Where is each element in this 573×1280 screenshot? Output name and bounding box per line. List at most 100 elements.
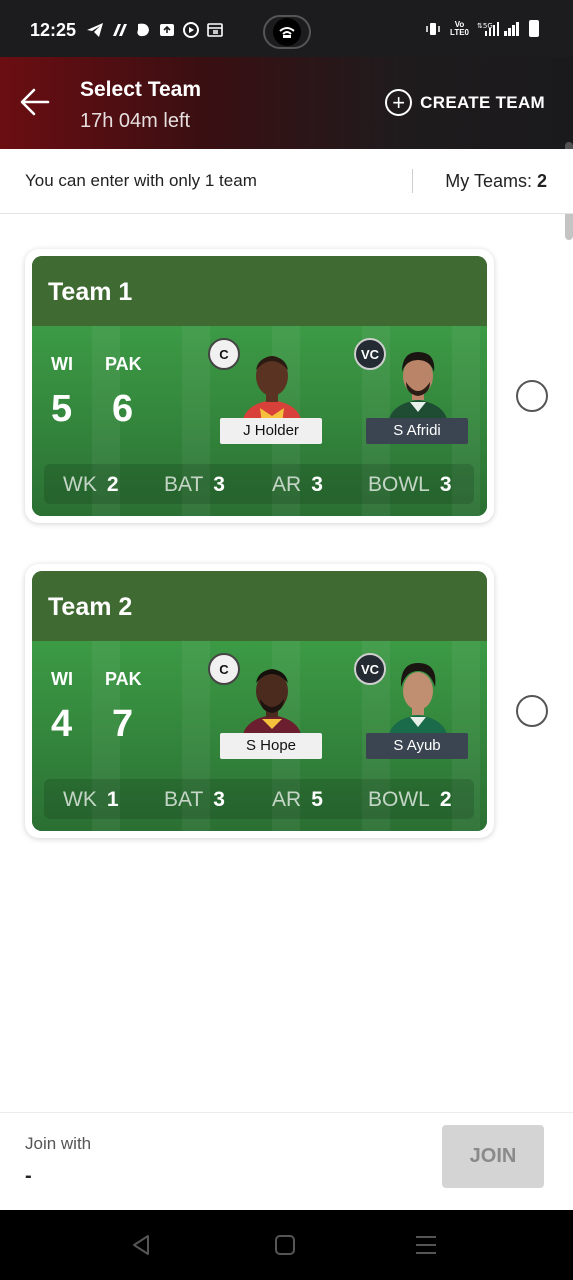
nav-back-button[interactable] — [128, 1232, 154, 1258]
stat-value: 3 — [213, 788, 225, 811]
status-bar: 12:25 Vo LTE0 ⇅5G — [0, 0, 573, 57]
time-left: 17h 04m left — [80, 110, 191, 132]
telegram-icon — [86, 22, 104, 38]
stat-bowl: BOWL 3 — [368, 473, 452, 497]
volte-bottom: LTE0 — [450, 27, 469, 37]
notification-icons — [86, 22, 224, 38]
stat-label: BOWL — [368, 788, 430, 811]
plus-circle-icon: + — [385, 89, 413, 116]
stat-wk: WK 1 — [63, 788, 119, 812]
stat-ar: AR 3 — [272, 473, 323, 497]
back-arrow-icon — [20, 88, 50, 116]
stat-label: WK — [63, 473, 97, 496]
captain-badge: C — [208, 653, 240, 685]
stat-value: 3 — [311, 473, 323, 496]
volte-icon: Vo LTE0 — [450, 20, 469, 37]
youtube-icon — [182, 22, 200, 38]
app-header: Select Team 17h 04m left + CREATE TEAM — [0, 57, 573, 240]
team-card-inner: Team 2 WI 4 PAK 7 S Hope C S Ayub VC WK … — [32, 571, 487, 831]
team-a-count: 5 — [51, 388, 73, 430]
create-team-label: CREATE TEAM — [420, 92, 545, 112]
stat-label: BAT — [164, 473, 204, 496]
player-photo — [242, 356, 302, 424]
role-stats: WK 2 BAT 3 AR 3 BOWL 3 — [44, 464, 474, 504]
team-card-header: Team 1 — [32, 256, 487, 326]
captain-badge: C — [208, 338, 240, 370]
hotspot-icon — [273, 18, 301, 46]
info-row: You can enter with only 1 team My Teams:… — [0, 149, 573, 214]
stat-bat: BAT 3 — [164, 788, 225, 812]
team-b-count: 6 — [112, 388, 134, 430]
stat-value: 2 — [439, 788, 452, 811]
stat-bat: BAT 3 — [164, 473, 225, 497]
stat-value: 5 — [311, 788, 323, 811]
player-name-tag: S Ayub — [366, 733, 468, 759]
vice-captain-badge: VC — [354, 338, 386, 370]
system-nav-bar — [0, 1210, 573, 1280]
app-icon — [110, 22, 128, 38]
role-stats: WK 1 BAT 3 AR 5 BOWL 2 — [44, 779, 474, 819]
page-title: Select Team — [80, 78, 202, 101]
team-a-label: WI — [51, 354, 73, 374]
stat-label: AR — [272, 788, 302, 811]
system-icons: Vo LTE0 ⇅5G — [424, 20, 539, 37]
team-b-count: 7 — [112, 703, 134, 745]
signal-icon — [503, 21, 521, 37]
join-with-label: Join with — [25, 1134, 92, 1153]
my-teams-number: 2 — [536, 171, 547, 191]
stat-value: 3 — [439, 473, 452, 496]
status-time: 12:25 — [30, 20, 77, 40]
vibrate-icon — [424, 21, 442, 37]
player-name-tag: J Holder — [220, 418, 322, 444]
create-team-button[interactable]: + CREATE TEAM — [385, 89, 545, 116]
divider — [412, 169, 413, 193]
stat-value: 1 — [106, 788, 119, 811]
stat-value: 3 — [213, 473, 225, 496]
stat-wk: WK 2 — [63, 473, 119, 497]
menu-recents-icon — [416, 1236, 436, 1254]
sync-icon — [158, 22, 176, 38]
stat-ar: AR 5 — [272, 788, 323, 812]
team-name: Team 1 — [48, 278, 133, 306]
team-card-content: WI 5 PAK 6 J Holder C S Afridi VC WK 2 B… — [32, 326, 487, 516]
back-button[interactable] — [18, 85, 52, 119]
team-card[interactable]: Team 2 WI 4 PAK 7 S Hope C S Ayub VC WK … — [25, 564, 494, 838]
player-photo — [388, 663, 448, 739]
stat-label: BOWL — [368, 473, 430, 496]
team-name: Team 2 — [48, 593, 133, 621]
my-teams-count: My Teams: 2 — [445, 171, 547, 192]
stat-label: AR — [272, 473, 302, 496]
app-icon — [134, 22, 152, 38]
calendar-icon — [206, 22, 224, 38]
stat-bowl: BOWL 2 — [368, 788, 452, 812]
vice-captain-badge: VC — [354, 653, 386, 685]
my-teams-label: My Teams: — [445, 171, 532, 191]
hotspot-indicator — [263, 15, 311, 49]
join-with-value: - — [25, 1165, 32, 1187]
battery-icon — [529, 20, 539, 37]
team-card-content: WI 4 PAK 7 S Hope C S Ayub VC WK 1 BAT 3… — [32, 641, 487, 831]
team-card-inner: Team 1 WI 5 PAK 6 J Holder C S Afridi VC… — [32, 256, 487, 516]
5g-signal-icon: ⇅5G — [477, 21, 499, 37]
square-home-icon — [275, 1235, 295, 1255]
nav-recents-button[interactable] — [413, 1232, 439, 1258]
triangle-back-icon — [133, 1235, 149, 1255]
stat-label: WK — [63, 788, 97, 811]
join-button[interactable]: JOIN — [442, 1125, 544, 1188]
team-card-header: Team 2 — [32, 571, 487, 641]
stat-label: BAT — [164, 788, 204, 811]
stat-value: 2 — [106, 473, 119, 496]
team-card[interactable]: Team 1 WI 5 PAK 6 J Holder C S Afridi VC… — [25, 249, 494, 523]
player-name-tag: S Afridi — [366, 418, 468, 444]
nav-home-button[interactable] — [272, 1232, 298, 1258]
team-2-radio[interactable] — [516, 695, 548, 727]
team-b-label: PAK — [105, 669, 142, 689]
player-name-tag: S Hope — [220, 733, 322, 759]
team-a-label: WI — [51, 669, 73, 689]
team-a-count: 4 — [51, 703, 73, 745]
team-1-radio[interactable] — [516, 380, 548, 412]
player-photo — [388, 352, 448, 424]
entry-note: You can enter with only 1 team — [25, 171, 257, 190]
player-photo — [242, 669, 302, 739]
team-b-label: PAK — [105, 354, 142, 374]
